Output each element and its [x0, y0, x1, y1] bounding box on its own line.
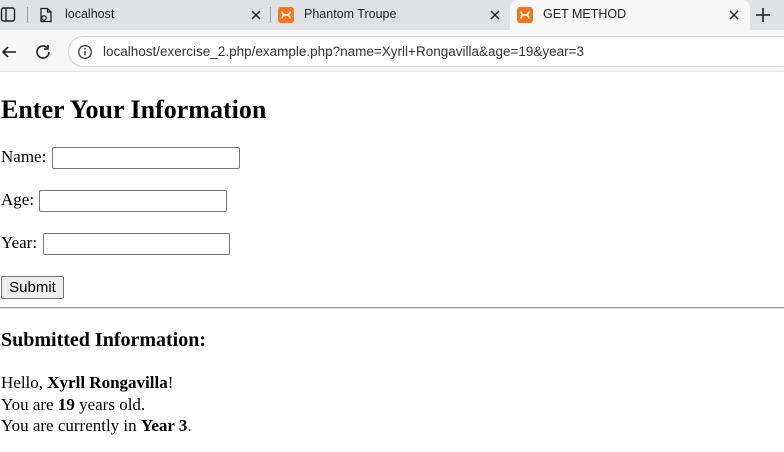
age-prefix: You are	[1, 395, 58, 414]
age-suffix: years old.	[74, 395, 146, 414]
file-icon	[40, 7, 52, 23]
hello-suffix: !	[167, 373, 174, 392]
close-icon[interactable]	[727, 8, 741, 22]
xampp-icon	[278, 7, 294, 23]
year-prefix: You are currently in	[1, 416, 141, 435]
close-icon[interactable]	[249, 8, 263, 22]
back-arrow-icon[interactable]	[0, 43, 18, 61]
reload-icon[interactable]	[34, 43, 52, 61]
info-icon[interactable]	[77, 44, 93, 60]
year-input[interactable]	[43, 233, 230, 255]
year-line: You are currently in Year 3.	[1, 416, 192, 436]
close-icon[interactable]	[488, 8, 502, 22]
tab-strip: localhost Phantom Troupe GET METHOD	[0, 0, 784, 30]
age-line: You are 19 years old.	[1, 395, 145, 415]
age-label: Age:	[1, 190, 35, 209]
tab-localhost[interactable]: localhost	[31, 0, 271, 30]
submit-button[interactable]: Submit	[1, 276, 64, 299]
result-heading: Submitted Information:	[1, 329, 207, 351]
page-content: Enter Your Information Name: Age: Year: …	[0, 73, 784, 452]
xampp-icon	[517, 7, 533, 23]
name-label: Name:	[1, 147, 47, 166]
submitted-year: Year 3	[140, 416, 188, 435]
tab-label: GET METHOD	[543, 7, 627, 21]
year-suffix: .	[187, 416, 192, 435]
tab-separator	[27, 7, 28, 23]
address-bar[interactable]: localhost/exercise_2.php/example.php?nam…	[68, 36, 784, 67]
submitted-age: 19	[57, 395, 75, 414]
divider	[0, 307, 784, 309]
new-tab-icon[interactable]	[753, 5, 773, 25]
name-input[interactable]	[52, 147, 240, 169]
age-input[interactable]	[39, 190, 227, 212]
sidebar-toggle-icon[interactable]	[0, 6, 16, 23]
hello-prefix: Hello,	[1, 373, 48, 392]
tab-label: Phantom Troupe	[304, 7, 397, 21]
tab-label: localhost	[65, 7, 115, 21]
url-text[interactable]: localhost/exercise_2.php/example.php?nam…	[103, 44, 584, 59]
toolbar: localhost/exercise_2.php/example.php?nam…	[0, 30, 784, 72]
year-label: Year:	[1, 233, 38, 252]
tab-phantom-troupe[interactable]: Phantom Troupe	[271, 0, 511, 30]
submitted-name: Xyrll Rongavilla	[47, 373, 168, 392]
page-title: Enter Your Information	[1, 95, 267, 124]
tab-get-method[interactable]: GET METHOD	[510, 0, 750, 30]
hello-line: Hello, Xyrll Rongavilla!	[1, 373, 173, 393]
